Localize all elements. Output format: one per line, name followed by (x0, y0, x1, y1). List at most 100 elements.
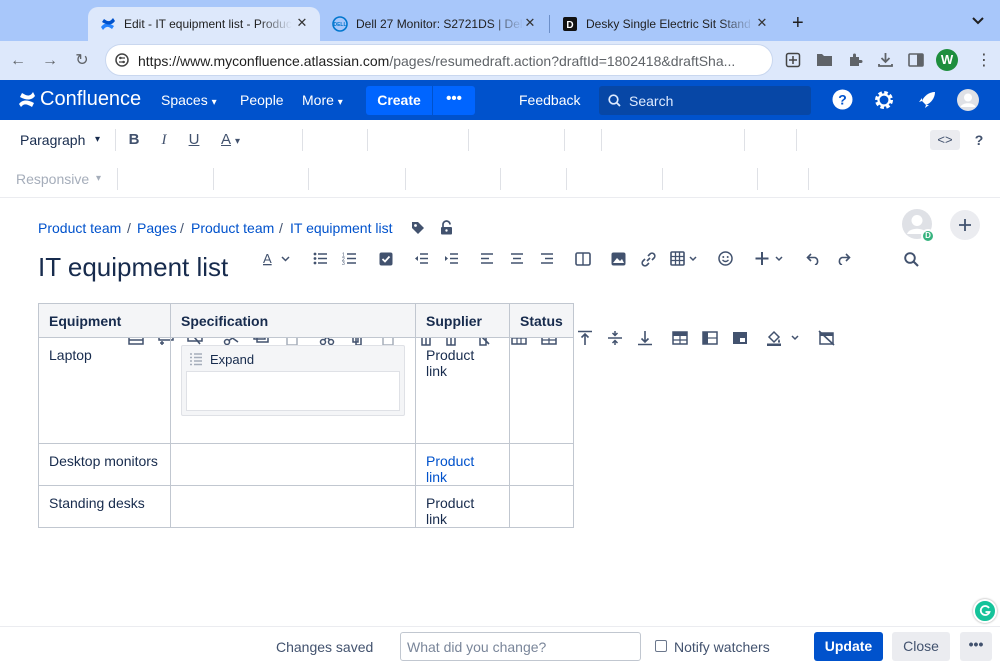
grammarly-button[interactable] (973, 599, 997, 623)
address-bar[interactable]: https://www.myconfluence.atlassian.com/p… (105, 44, 773, 76)
table-cell-supplier[interactable]: Product link (415, 337, 510, 444)
breadcrumb-item-pages[interactable]: Pages (137, 220, 177, 236)
numbered-column-icon[interactable] (732, 330, 748, 346)
search-input[interactable]: Search (599, 86, 811, 115)
cell-color-icon[interactable] (766, 330, 802, 346)
notifications-rocket-icon[interactable] (916, 89, 938, 111)
table-cell-equipment[interactable]: Desktop monitors (38, 443, 171, 486)
equipment-table[interactable]: Equipment Specification Supplier Status … (38, 303, 574, 528)
insert-image-icon[interactable] (611, 252, 626, 266)
align-bottom-icon[interactable] (637, 330, 653, 346)
browser-tab-dell[interactable]: DELL Dell 27 Monitor: S2721DS | Dell USA… (320, 7, 548, 41)
undo-icon[interactable] (806, 252, 821, 265)
supplier-product-link[interactable]: Product link (415, 443, 510, 486)
outdent-icon[interactable] (414, 252, 429, 265)
close-tab-icon[interactable]: ✕ (522, 15, 538, 31)
tab-search-chevron-icon[interactable] (971, 16, 985, 26)
redo-icon[interactable] (836, 252, 851, 265)
header-column-icon[interactable] (702, 330, 718, 346)
emoji-icon[interactable] (718, 251, 733, 266)
browser-tab-desky[interactable]: D Desky Single Electric Sit Stand Desk ✕ (550, 7, 780, 41)
table-cell-specification[interactable]: Expand (170, 337, 416, 444)
table-cell-supplier[interactable]: Product link (415, 485, 510, 528)
close-tab-icon[interactable]: ✕ (294, 15, 310, 31)
restrictions-lock-icon[interactable] (440, 220, 453, 235)
new-tab-button[interactable]: + (792, 13, 804, 33)
more-options-button[interactable]: ••• (960, 632, 992, 661)
header-row-icon[interactable] (672, 330, 688, 346)
align-top-icon[interactable] (577, 330, 593, 346)
bullet-list-icon[interactable] (313, 252, 328, 265)
table-header-cell[interactable]: Specification (170, 303, 416, 338)
task-checkbox-icon[interactable] (379, 252, 393, 266)
update-button[interactable]: Update (814, 632, 883, 661)
version-comment-input[interactable] (400, 632, 641, 661)
table-header-cell[interactable]: Supplier (415, 303, 510, 338)
source-editor-button[interactable]: <> (930, 130, 960, 150)
keyboard-help-button[interactable]: ? (972, 130, 986, 150)
install-app-icon[interactable] (785, 52, 801, 68)
confluence-logo-text[interactable]: Confluence (40, 88, 141, 111)
table-cell-specification[interactable] (170, 485, 416, 528)
browser-tab-confluence[interactable]: Edit - IT equipment list - Product team … (88, 7, 320, 41)
expand-macro[interactable]: Expand (181, 345, 405, 416)
expand-title[interactable]: Expand (210, 352, 254, 367)
paragraph-style-dropdown[interactable]: Paragraph ▾ (20, 130, 100, 150)
table-cell-specification[interactable] (170, 443, 416, 486)
site-info-icon[interactable] (115, 53, 129, 67)
insert-table-icon[interactable] (670, 251, 700, 266)
notify-watchers-checkbox[interactable] (655, 640, 667, 652)
invite-collaborator-button[interactable] (950, 210, 980, 240)
profile-avatar[interactable]: W (936, 49, 958, 71)
extensions-icon[interactable] (847, 52, 863, 68)
insert-more-icon[interactable] (755, 251, 787, 266)
table-layout-dropdown[interactable]: Responsive ▾ (16, 169, 116, 189)
user-avatar-icon[interactable] (957, 89, 979, 111)
labels-tag-icon[interactable] (411, 221, 425, 235)
side-panel-icon[interactable] (908, 53, 924, 67)
insert-link-icon[interactable] (641, 252, 656, 267)
nav-more[interactable]: More ▾ (302, 92, 343, 108)
align-right-icon[interactable] (540, 252, 554, 265)
breadcrumb-item-product-team-2[interactable]: Product team (191, 220, 274, 236)
folder-icon[interactable] (816, 52, 833, 67)
underline-button[interactable]: U (186, 130, 202, 150)
notify-watchers-label[interactable]: Notify watchers (674, 639, 770, 655)
help-icon[interactable]: ? (832, 89, 853, 110)
italic-button[interactable]: I (156, 130, 172, 150)
bold-button[interactable]: B (126, 130, 142, 150)
create-button[interactable]: Create (366, 86, 432, 115)
table-cell-equipment[interactable]: Standing desks (38, 485, 171, 528)
feedback-link[interactable]: Feedback (519, 92, 580, 108)
page-layout-icon[interactable] (575, 252, 591, 266)
align-middle-icon[interactable] (607, 330, 623, 346)
breadcrumb-item-product-team[interactable]: Product team (38, 220, 121, 236)
numbered-list-icon[interactable]: 1 2 3 (342, 252, 357, 265)
browser-menu-icon[interactable]: ⋮ (976, 50, 992, 70)
table-header-cell[interactable]: Equipment (38, 303, 171, 338)
breadcrumb-item-current-page[interactable]: IT equipment list (290, 220, 392, 236)
nav-spaces[interactable]: Spaces ▾ (161, 92, 217, 108)
table-header-cell[interactable]: Status (509, 303, 574, 338)
nav-people[interactable]: People (240, 92, 284, 108)
confluence-logo-icon[interactable] (18, 91, 36, 109)
table-cell-status[interactable] (509, 337, 574, 444)
align-center-icon[interactable] (510, 252, 524, 265)
close-button[interactable]: Close (892, 632, 950, 661)
drag-handle-icon[interactable] (189, 352, 203, 366)
expand-content-area[interactable] (186, 371, 400, 411)
download-icon[interactable] (877, 52, 894, 68)
back-arrow-icon[interactable]: ← (8, 51, 28, 71)
settings-gear-icon[interactable] (873, 89, 895, 111)
table-cell-status[interactable] (509, 485, 574, 528)
text-formatting-icon[interactable]: A (262, 250, 292, 268)
text-color-button[interactable]: A ▾ (221, 130, 251, 150)
find-replace-icon[interactable] (904, 252, 919, 267)
align-left-icon[interactable] (480, 252, 494, 265)
reload-icon[interactable]: ↻ (72, 51, 92, 71)
table-cell-status[interactable] (509, 443, 574, 486)
indent-icon[interactable] (444, 252, 459, 265)
table-cell-equipment[interactable]: Laptop (38, 337, 171, 444)
create-more-button[interactable]: ••• (433, 86, 475, 115)
delete-table-icon[interactable] (818, 330, 835, 346)
